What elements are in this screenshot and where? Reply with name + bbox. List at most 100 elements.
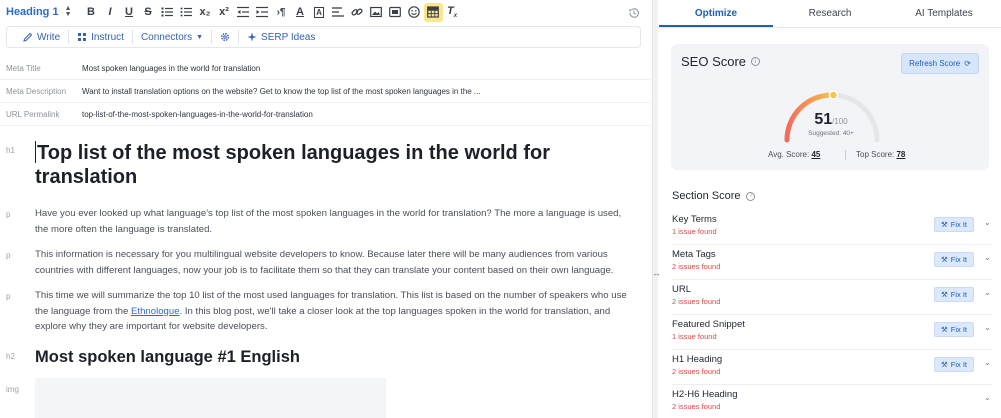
formatting-toolbar: Heading 1 ▲ ▼ B I U S x₂ x² ›¶ A A Tx [0,0,651,24]
link-icon [351,8,363,16]
video-button[interactable] [386,3,405,22]
section-row-featured-snippet[interactable]: Featured Snippet 1 issue found ⚒ Fix It ⌄ [672,315,992,350]
refresh-score-button[interactable]: Refresh Score ⟳ [901,53,979,74]
section-row-url[interactable]: URL 2 issues found ⚒ Fix It ⌄ [672,280,992,315]
paragraph-2[interactable]: This information is necessary for you mu… [35,247,635,278]
ordered-list-button[interactable] [158,3,177,22]
link-button[interactable] [348,3,367,22]
clear-format-button[interactable]: Tx [443,3,462,22]
pane-splitter[interactable] [652,0,658,418]
chevron-down-icon[interactable]: ⌄ [984,253,991,262]
fix-it-button[interactable]: ⚒ Fix It [934,357,974,372]
connectors-dropdown[interactable]: Connectors ▼ [133,32,211,43]
info-icon[interactable]: i [746,191,756,201]
section-issues: 2 issues found [672,367,721,376]
caret-down-icon: ▼ [196,33,204,41]
paragraph-1[interactable]: Have you ever looked up what language's … [35,206,635,237]
section-issues: 2 issues found [672,402,721,411]
heading-level-select[interactable]: Heading 1 ▲ ▼ [6,5,72,18]
section-row-meta-tags[interactable]: Meta Tags 2 issues found ⚒ Fix It ⌄ [672,245,992,280]
fix-it-button[interactable]: ⚒ Fix It [934,287,974,302]
seo-score-value: 51/100 [791,111,871,129]
magic-wand-icon: ⚒ [941,255,948,264]
text-direction-button[interactable]: ›¶ [272,3,291,22]
highlight-button[interactable]: A [310,3,329,22]
url-permalink-value[interactable]: top-list-of-the-most-spoken-languages-in… [82,110,313,119]
emoji-button[interactable] [405,3,424,22]
top-score-value[interactable]: 78 [896,150,905,159]
meta-title-label: Meta Title [6,63,41,73]
superscript-button[interactable]: x² [215,3,234,22]
chevron-down-icon[interactable]: ⌄ [984,358,991,367]
grid-icon [78,33,87,41]
gear-icon [221,33,230,41]
section-score-title-text: Section Score [672,190,741,202]
fix-it-button[interactable]: ⚒ Fix It [934,217,974,232]
seo-panel: Optimize Research AI Templates SEO Score… [659,0,1001,418]
fix-it-button[interactable]: ⚒ Fix It [934,252,974,267]
magic-wand-icon: ⚒ [941,325,948,334]
align-icon [332,7,345,17]
block-tag-p: p [6,251,11,260]
fix-it-button[interactable]: ⚒ Fix It [934,322,974,337]
section-row-key-terms[interactable]: Key Terms 1 issue found ⚒ Fix It ⌄ [672,210,992,245]
editor-pane: Heading 1 ▲ ▼ B I U S x₂ x² ›¶ A A Tx Wr… [0,0,651,418]
image-button[interactable] [367,3,386,22]
bullet-list-button[interactable] [177,3,196,22]
outdent-icon [237,6,250,18]
chevron-down-icon[interactable]: ⌄ [984,218,991,227]
block-tag-h2: h2 [6,352,15,361]
write-label: Write [37,31,61,43]
table-icon [427,6,439,18]
subscript-button[interactable]: x₂ [196,3,215,22]
sparkle-icon [247,32,257,42]
section-row-h2-h6-heading[interactable]: H2-H6 Heading 2 issues found ⌄ [672,385,992,418]
meta-title-row[interactable]: Meta Title Most spoken languages in the … [0,57,651,80]
section-name: URL [672,284,692,295]
avg-score-label: Avg. Score: [768,150,810,159]
section-score-title: Section Score i [672,190,756,202]
align-button[interactable] [329,3,348,22]
text-color-button[interactable]: A [291,3,310,22]
serp-ideas-button[interactable]: SERP Ideas [239,32,323,43]
block-tag-h1: h1 [6,146,15,155]
meta-description-value[interactable]: Want to install translation options on t… [82,87,481,96]
fix-it-label: Fix It [950,360,967,369]
url-permalink-row[interactable]: URL Permalink top-list-of-the-most-spoke… [0,103,651,126]
section-issues: 2 issues found [672,297,721,306]
info-icon[interactable]: i [751,57,761,66]
article-h1[interactable]: Top list of the most spoken languages in… [35,141,635,189]
chevron-down-icon[interactable]: ⌄ [984,323,991,332]
article-h2[interactable]: Most spoken language #1 English [35,348,300,367]
section-row-h1-heading[interactable]: H1 Heading 2 issues found ⚒ Fix It ⌄ [672,350,992,385]
bold-button[interactable]: B [82,3,101,22]
tab-ai-templates[interactable]: AI Templates [887,0,1001,27]
paragraph-3[interactable]: This time we will summarize the top 10 l… [35,288,635,335]
chevron-down-icon[interactable]: ⌄ [984,288,991,297]
history-button[interactable] [624,3,643,22]
meta-description-label: Meta Description [6,86,67,96]
strikethrough-button[interactable]: S [139,3,158,22]
instruct-button[interactable]: Instruct [69,32,132,43]
tab-optimize[interactable]: Optimize [659,0,773,27]
section-name: Meta Tags [672,249,716,260]
outdent-button[interactable] [234,3,253,22]
fix-it-label: Fix It [950,290,967,299]
underline-button[interactable]: U [120,3,139,22]
meta-description-row[interactable]: Meta Description Want to install transla… [0,80,651,103]
tab-research[interactable]: Research [773,0,887,27]
ethnologue-link[interactable]: Ethnologue [131,306,180,317]
avg-score-value[interactable]: 45 [811,150,820,159]
section-name: Featured Snippet [672,319,745,330]
image-placeholder[interactable] [35,378,386,418]
refresh-icon: ⟳ [964,59,971,68]
settings-button[interactable] [212,32,238,42]
connectors-label: Connectors [140,31,193,43]
write-button[interactable]: Write [15,32,68,43]
section-name: Key Terms [672,214,717,225]
chevron-down-icon[interactable]: ⌄ [984,393,991,402]
indent-button[interactable] [253,3,272,22]
meta-title-value[interactable]: Most spoken languages in the world for t… [82,64,260,73]
italic-button[interactable]: I [101,3,120,22]
table-button[interactable] [423,2,443,22]
